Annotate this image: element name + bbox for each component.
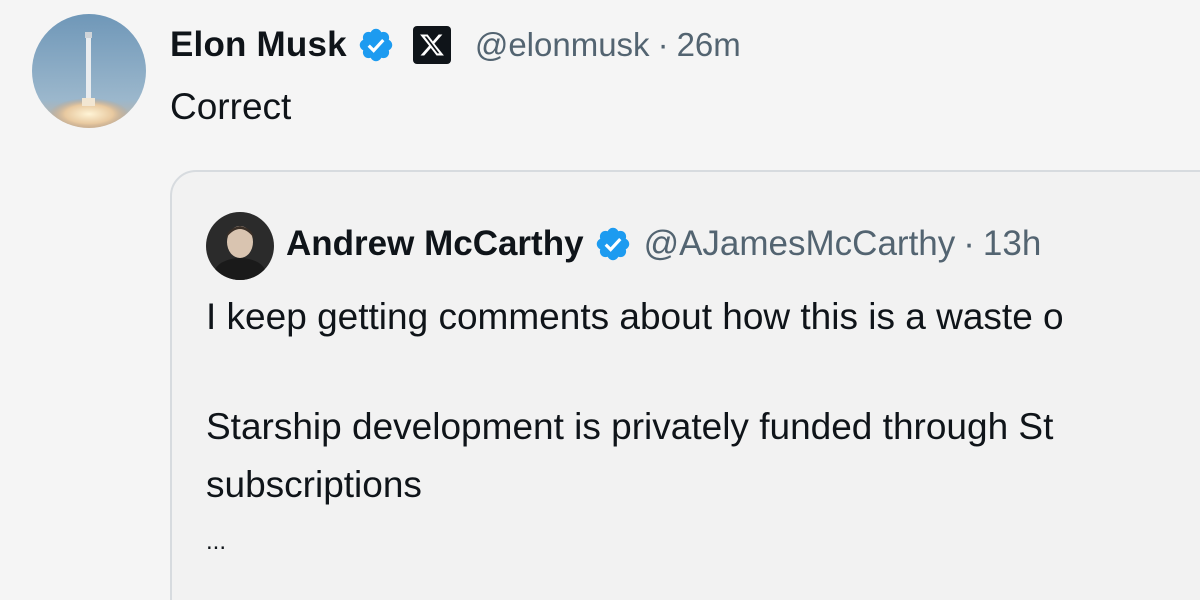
quoted-author-handle[interactable]: @AJamesMcCarthy <box>644 224 956 264</box>
separator-dot: · <box>657 26 669 63</box>
quoted-tweet-timestamp[interactable]: 13h <box>983 224 1041 264</box>
rocket-launch-avatar-icon <box>32 14 146 128</box>
quoted-author-name[interactable]: Andrew McCarthy <box>286 224 584 264</box>
person-avatar-icon <box>206 212 274 280</box>
separator-dot: · <box>963 224 975 263</box>
quoted-tweet-header: Andrew McCarthy @AJamesMcCarthy · 13h <box>286 216 1041 272</box>
quoted-tweet-text-line: Starship development is privately funded… <box>206 406 1054 447</box>
tweet-timestamp[interactable]: 26m <box>677 26 741 64</box>
tweet-header: Elon Musk @elonmusk · 26m <box>170 18 741 72</box>
x-logo-icon[interactable] <box>412 26 451 64</box>
quoted-tweet-ellipsis: ... <box>206 528 227 555</box>
tweet-text: Correct <box>170 86 292 127</box>
verified-badge-icon[interactable] <box>594 225 632 263</box>
quoted-author-avatar[interactable] <box>206 212 274 280</box>
quoted-tweet-text-line: subscriptions <box>206 464 422 505</box>
tweet-screenshot: Elon Musk @elonmusk · 26m Correct Andrew… <box>0 0 1200 600</box>
quoted-tweet-card[interactable]: Andrew McCarthy @AJamesMcCarthy · 13h I … <box>170 170 1200 600</box>
author-name[interactable]: Elon Musk <box>170 25 347 65</box>
author-avatar[interactable] <box>32 14 146 128</box>
author-handle[interactable]: @elonmusk <box>475 26 650 64</box>
quoted-tweet-text-line: I keep getting comments about how this i… <box>206 296 1064 337</box>
verified-badge-icon[interactable] <box>357 26 395 64</box>
